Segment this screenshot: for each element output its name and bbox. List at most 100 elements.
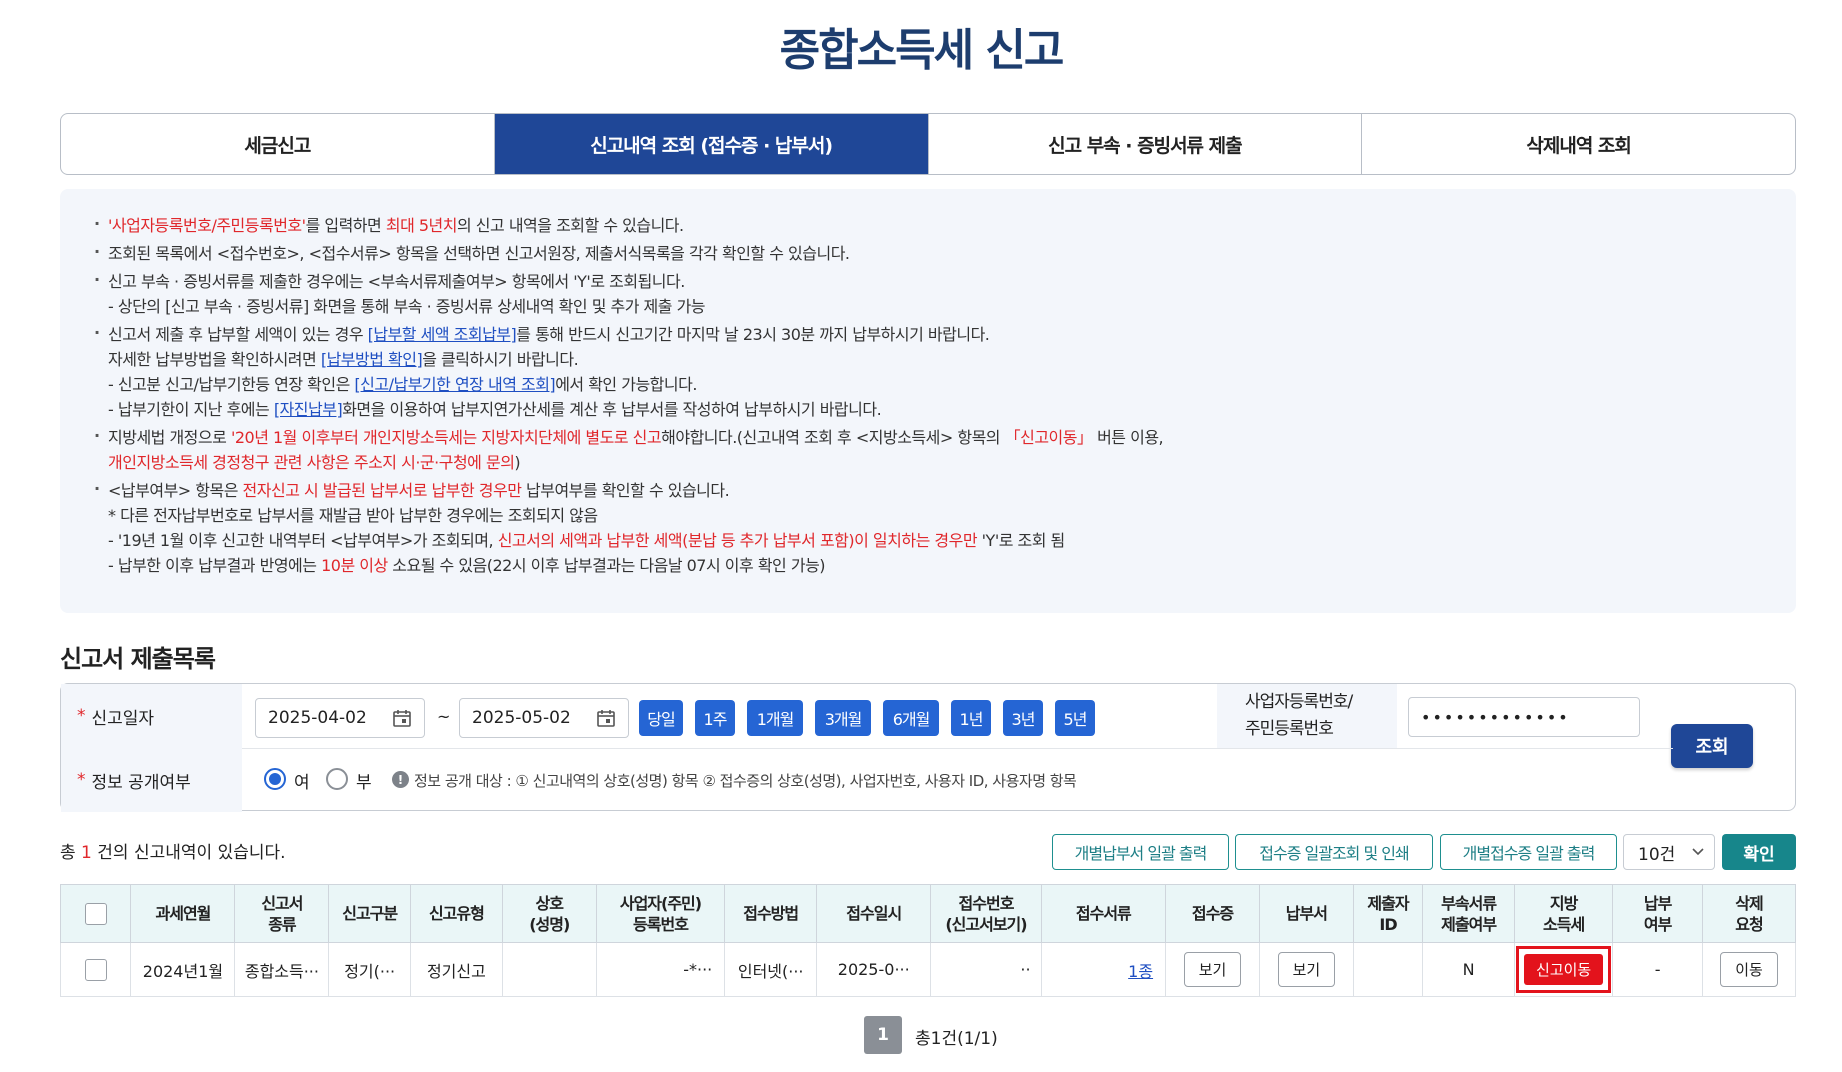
notice-text: 신고서 제출 후 납부할 세액이 있는 경우 — [108, 325, 368, 344]
col-documents: 접수서류 — [1040, 884, 1167, 943]
notice-item: 조회된 목록에서 <접수번호>, <접수서류> 항목을 선택하면 신고서원장, … — [94, 239, 1762, 266]
col-name: 상호 (성명) — [501, 884, 597, 943]
disclose-label: * 정보 공개여부 — [61, 748, 242, 812]
page-number-current[interactable]: 1 — [864, 1016, 902, 1054]
date-to-value: 2025-05-02 — [472, 708, 571, 728]
notice-sub: - 신고분 신고/납부기한등 연장 확인은 [신고/납부기한 연장 내역 조회]… — [94, 372, 1762, 397]
notice-text: 신고서의 세액과 납부한 세액(분납 등 추가 납부서 포함)이 일치하는 경우… — [497, 531, 978, 550]
tab-tax-filing[interactable]: 세금신고 — [61, 114, 495, 174]
tab-filing-history[interactable]: 신고내역 조회 (접수증 · 납부서) — [494, 114, 929, 174]
count-suffix: 건의 신고내역이 있습니다. — [91, 843, 286, 863]
notice-text: 자세한 납부방법을 확인하시려면 — [108, 350, 321, 369]
individual-receipt-print-button[interactable]: 개별접수증 일괄 출력 — [1440, 834, 1617, 870]
notice-item: 신고 부속 · 증빙서류를 제출한 경우에는 <부속서류제출여부> 항목에서 '… — [94, 267, 1762, 294]
main-tabs: 세금신고 신고내역 조회 (접수증 · 납부서) 신고 부속 · 증빙서류 제출… — [60, 113, 1796, 175]
period-3month-button[interactable]: 3개월 — [815, 700, 871, 736]
col-filing-type: 신고유형 — [409, 884, 503, 943]
period-1year-button[interactable]: 1년 — [951, 700, 991, 736]
id-label-line1: 사업자등록번호/ — [1245, 692, 1353, 712]
cell-paid: - — [1612, 942, 1703, 997]
period-1month-button[interactable]: 1개월 — [747, 700, 803, 736]
table-row: 2024년1월 종합소득··· 정기(··· 정기신고 -*··· 인터넷(··… — [59, 942, 1796, 997]
page-title: 종합소득세 신고 — [779, 25, 1065, 76]
date-label-text: 신고일자 — [91, 708, 155, 729]
link-payment-method[interactable]: [납부방법 확인] — [321, 350, 423, 369]
col-receipt-no: 접수번호 (신고서보기) — [930, 884, 1042, 943]
tab-deleted-history[interactable]: 삭제내역 조회 — [1362, 114, 1795, 174]
cell-submitter-id — [1352, 942, 1424, 997]
col-reg-no: 사업자(주민) 등록번호 — [595, 884, 726, 943]
col-submitter-id: 제출자 ID — [1352, 884, 1424, 943]
row-select-cell — [59, 942, 132, 997]
col-receipt: 접수증 — [1165, 884, 1260, 943]
cell-receipt-no[interactable]: ·· — [930, 942, 1042, 997]
col-select-all — [59, 884, 132, 943]
cell-reg-no: -*··· — [595, 942, 726, 997]
disclose-yes-radio[interactable] — [264, 768, 286, 790]
row-checkbox[interactable] — [84, 958, 107, 981]
period-6month-button[interactable]: 6개월 — [883, 700, 939, 736]
cell-category: 정기(··· — [328, 942, 411, 997]
local-tax-move-button[interactable]: 신고이동 — [1524, 954, 1604, 985]
notice-text: 10분 이상 — [321, 556, 388, 575]
link-tax-payment[interactable]: [납부할 세액 조회납부] — [368, 325, 517, 344]
documents-link[interactable]: 1종 — [1128, 962, 1153, 981]
disclose-no-radio[interactable] — [326, 768, 348, 790]
notice-text: 전자신고 시 발급된 납부서로 납부한 경우만 — [242, 481, 522, 500]
section-title: 신고서 제출목록 — [60, 645, 216, 673]
col-attach-submitted: 부속서류 제출여부 — [1422, 884, 1516, 943]
filing-table: 과세연월 신고서 종류 신고구분 신고유형 상호 (성명) 사업자(주민) 등록… — [59, 884, 1796, 997]
id-number-input[interactable]: ••••••••••••• — [1408, 697, 1640, 737]
notice-sub: - 납부한 이후 납부결과 반영에는 10분 이상 소요될 수 있음(22시 이… — [94, 553, 1762, 578]
notice-text: 조회된 목록에서 <접수번호>, <접수서류> 항목을 선택하면 신고서원장, … — [108, 244, 850, 263]
cell-name — [501, 942, 597, 997]
query-button[interactable]: 조회 — [1671, 724, 1753, 768]
link-deadline-extension[interactable]: [신고/납부기한 연장 내역 조회] — [354, 375, 555, 394]
notice-item: '사업자등록번호/주민등록번호'를 입력하면 최대 5년치의 신고 내역을 조회… — [94, 211, 1762, 238]
tab-attachments[interactable]: 신고 부속 · 증빙서류 제출 — [929, 114, 1363, 174]
select-all-checkbox[interactable] — [84, 902, 107, 925]
receipt-bulk-print-button[interactable]: 접수증 일괄조회 및 인쇄 — [1235, 834, 1433, 870]
table-header-row: 과세연월 신고서 종류 신고구분 신고유형 상호 (성명) 사업자(주민) 등록… — [59, 884, 1796, 943]
link-self-payment[interactable]: [자진납부] — [274, 400, 343, 419]
notice-sub: * 다른 전자납부번호로 납부서를 재발급 받아 납부한 경우에는 조회되지 않… — [108, 506, 598, 525]
disclose-label-text: 정보 공개여부 — [91, 772, 191, 793]
notice-text: 최대 5년치 — [385, 216, 458, 235]
disclose-note: 정보 공개 대상 : ① 신고내역의 상호(성명) 항목 ② 접수증의 상호(성… — [414, 772, 1077, 790]
receipt-view-button[interactable]: 보기 — [1183, 952, 1242, 987]
col-payment: 납부서 — [1258, 884, 1354, 943]
period-3year-button[interactable]: 3년 — [1003, 700, 1043, 736]
notice-text: 의 신고 내역을 조회할 수 있습니다. — [457, 216, 684, 235]
date-from-value: 2025-04-02 — [268, 708, 367, 728]
notice-text: 버튼 이용, — [1092, 428, 1164, 447]
cell-payment: 보기 — [1258, 942, 1354, 997]
payment-view-button[interactable]: 보기 — [1277, 952, 1336, 987]
notice-text: 소요될 수 있음(22시 이후 납부결과는 다음날 07시 이후 확인 가능) — [387, 556, 826, 575]
count-number: 1 — [81, 843, 92, 863]
period-today-button[interactable]: 당일 — [639, 700, 683, 736]
notice-text: 해야합니다.(신고내역 조회 후 <지방소득세> 항목의 — [661, 428, 1005, 447]
cell-receipt: 보기 — [1165, 942, 1260, 997]
date-from-input[interactable]: 2025-04-02 — [255, 698, 425, 738]
bulk-payment-print-button[interactable]: 개별납부서 일괄 출력 — [1052, 834, 1229, 870]
notice-sub: - 납부기한이 지난 후에는 [자진납부]화면을 이용하여 납부지연가산세를 계… — [94, 397, 1762, 422]
page-size-value: 10건 — [1638, 844, 1676, 865]
date-to-input[interactable]: 2025-05-02 — [459, 698, 629, 738]
chevron-down-icon — [1692, 848, 1704, 856]
notice-sub: 자세한 납부방법을 확인하시려면 [납부방법 확인]을 클릭하시기 바랍니다. — [94, 347, 1762, 372]
calendar-icon[interactable] — [392, 708, 412, 728]
cell-period: 2024년1월 — [130, 942, 236, 997]
notice-text: - 납부한 이후 납부결과 반영에는 — [108, 556, 322, 575]
date-label: * 신고일자 — [61, 684, 242, 748]
calendar-icon[interactable] — [596, 708, 616, 728]
delete-move-button[interactable]: 이동 — [1720, 952, 1778, 987]
confirm-button[interactable]: 확인 — [1722, 834, 1796, 870]
date-separator: ~ — [437, 707, 451, 726]
col-form-type: 신고서 종류 — [234, 884, 330, 943]
period-1week-button[interactable]: 1주 — [695, 700, 735, 736]
period-5year-button[interactable]: 5년 — [1055, 700, 1095, 736]
cell-documents: 1종 — [1040, 942, 1167, 997]
col-paid: 납부 여부 — [1612, 884, 1703, 943]
notice-item: 신고서 제출 후 납부할 세액이 있는 경우 [납부할 세액 조회납부]를 통해… — [94, 320, 1762, 347]
page-size-select[interactable]: 10건 — [1623, 834, 1715, 870]
